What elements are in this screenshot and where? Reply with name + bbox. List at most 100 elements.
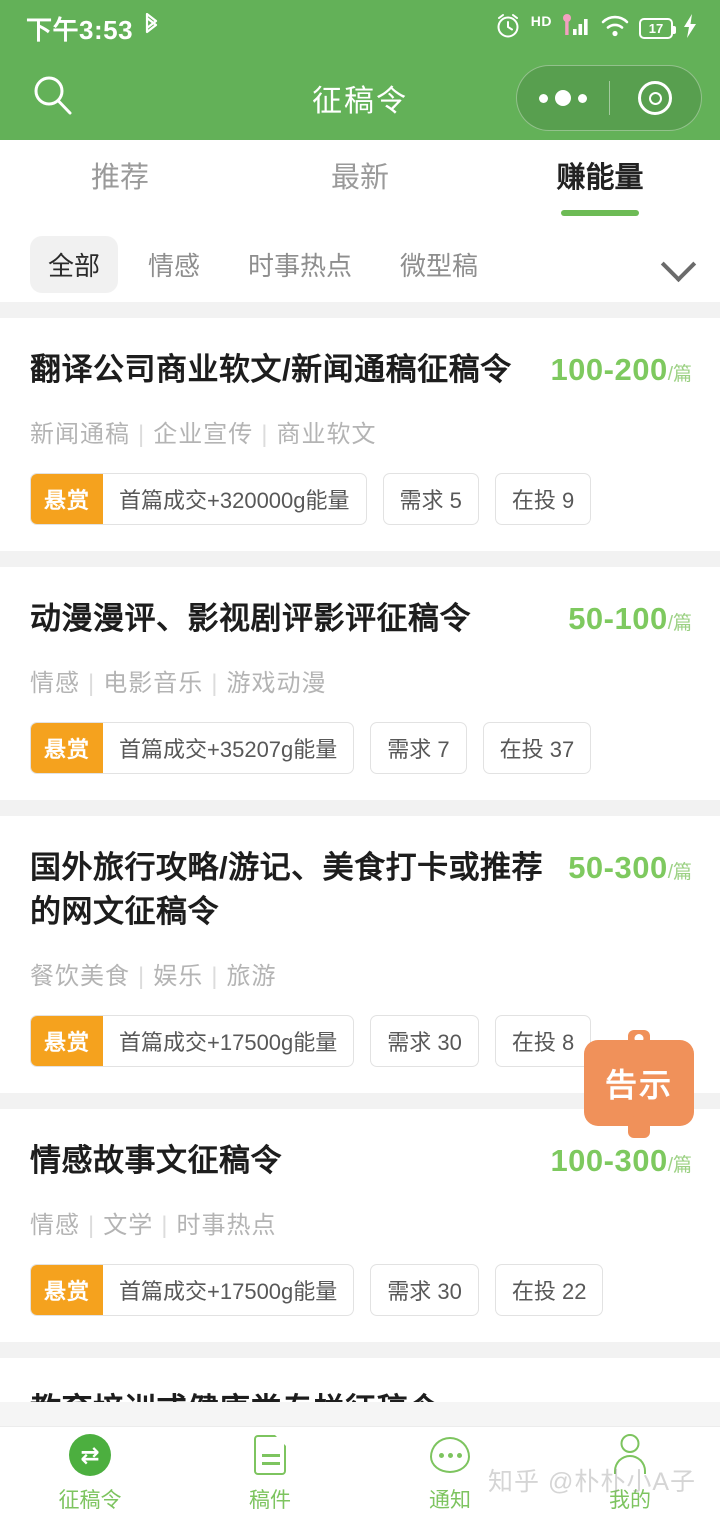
- status-bar-right: HD 17: [494, 12, 698, 45]
- category-separator: |: [211, 963, 219, 991]
- bounty-chip: 悬赏 首篇成交+17500g能量: [30, 1015, 355, 1068]
- target-circle-icon[interactable]: [610, 66, 702, 130]
- notice-board-icon[interactable]: 告示: [584, 1030, 694, 1138]
- card-title: 国外旅行攻略/游记、美食打卡或推荐的网文征稿令: [30, 850, 544, 930]
- category: 新闻通稿: [30, 421, 130, 449]
- list-separator: [0, 800, 720, 817]
- nav-label: 征稿令: [58, 1489, 122, 1512]
- category: 文学: [103, 1212, 154, 1240]
- miniprogram-capsule[interactable]: [516, 65, 702, 131]
- app-header: 征稿令: [0, 56, 720, 140]
- list-separator: [0, 302, 720, 318]
- bounty-badge: 悬赏: [31, 1265, 104, 1316]
- card-categories: 情感 | 文学 | 时事热点: [30, 1205, 692, 1240]
- price-value: 50-100: [568, 601, 668, 637]
- card-categories: 情感 | 电影音乐 | 游戏动漫: [30, 663, 692, 698]
- filter-bar: 全部 情感 时事热点 微型稿: [0, 226, 720, 302]
- price-unit: /篇: [667, 1155, 692, 1177]
- tab-underline: [561, 210, 639, 216]
- nav-label: 通知: [429, 1489, 471, 1512]
- filter-chip-micro-article[interactable]: 微型稿: [382, 236, 496, 293]
- category-separator: |: [211, 670, 219, 698]
- list-item[interactable]: 动漫漫评、影视剧评影评征稿令 50-100/篇 情感 | 电影音乐 | 游戏动漫 悬赏 …: [0, 567, 720, 801]
- tab-earn-energy[interactable]: 赚能量: [480, 154, 720, 216]
- bluetooth-icon: [143, 12, 161, 44]
- category-separator: |: [161, 1212, 169, 1240]
- category: 旅游: [226, 963, 277, 991]
- bounty-chip: 悬赏 首篇成交+17500g能量: [30, 1264, 355, 1317]
- card-categories: 餐饮美食 | 娱乐 | 旅游: [30, 956, 692, 991]
- bidding-tag: 在投 22: [494, 1264, 604, 1317]
- list-item[interactable]: 教育培训或健康类专栏征稿令: [0, 1358, 720, 1403]
- card-title: 动漫漫评、影视剧评影评征稿令: [30, 601, 471, 637]
- bounty-badge: 悬赏: [31, 1016, 104, 1067]
- fab-knob-bottom: [628, 1116, 650, 1138]
- category-separator: |: [88, 1212, 96, 1240]
- bounty-text: 首篇成交+320000g能量: [119, 488, 350, 514]
- category: 企业宣传: [153, 421, 254, 449]
- signal-icon: [561, 13, 591, 44]
- list-separator: [0, 1342, 720, 1359]
- fab-label: 告示: [604, 1067, 673, 1103]
- category: 游戏动漫: [226, 670, 327, 698]
- notification-bubble-icon: [428, 1433, 472, 1477]
- nav-label: 稿件: [249, 1489, 291, 1512]
- demand-tag: 需求 30: [370, 1264, 479, 1317]
- demand-tag: 需求 7: [370, 722, 467, 775]
- bounty-badge: 悬赏: [31, 474, 104, 525]
- dot-left: [538, 93, 548, 103]
- nav-item-submission-order[interactable]: ⇄ 征稿令: [0, 1433, 180, 1514]
- price-unit: /篇: [667, 862, 692, 884]
- more-dots-icon[interactable]: [517, 66, 609, 130]
- category: 餐饮美食: [30, 963, 130, 991]
- dot-center: [554, 90, 571, 106]
- card-header: 国外旅行攻略/游记、美食打卡或推荐的网文征稿令 50-300/篇: [30, 846, 692, 934]
- category-separator: |: [138, 963, 146, 991]
- price-unit: /篇: [667, 364, 692, 385]
- filter-chip-all[interactable]: 全部: [30, 235, 119, 293]
- list-item[interactable]: 情感故事文征稿令 100-300/篇 情感 | 文学 | 时事热点 悬赏 首篇成交+17…: [0, 1109, 720, 1343]
- demand-tag: 需求 30: [370, 1015, 479, 1068]
- bounty-chip: 悬赏 首篇成交+35207g能量: [30, 722, 355, 775]
- card-header: 情感故事文征稿令 100-300/篇: [30, 1139, 692, 1183]
- tab-label: 推荐: [90, 162, 149, 194]
- price-unit: /篇: [667, 613, 692, 635]
- battery-indicator: 17: [639, 17, 676, 39]
- nav-item-documents[interactable]: 稿件: [180, 1433, 360, 1514]
- nav-item-profile[interactable]: 我的: [540, 1433, 720, 1514]
- nav-item-notifications[interactable]: 通知: [360, 1433, 540, 1514]
- chevron-down-icon[interactable]: [664, 249, 694, 279]
- card-price: 50-300/篇: [568, 846, 692, 886]
- category-separator: |: [261, 421, 269, 449]
- list-separator: [0, 551, 720, 568]
- person-icon: [608, 1433, 652, 1477]
- hd-label: HD: [530, 13, 552, 29]
- search-icon[interactable]: [30, 73, 76, 124]
- fab-plaque: 告示: [584, 1040, 694, 1126]
- status-bar: 下午3:53 HD 17: [0, 0, 720, 56]
- category: 娱乐: [153, 963, 204, 991]
- bidding-tag: 在投 37: [482, 722, 592, 775]
- category: 电影音乐: [103, 670, 204, 698]
- demand-tag: 需求 5: [382, 473, 479, 526]
- bounty-badge: 悬赏: [31, 723, 104, 774]
- card-price: 100-200/篇: [550, 348, 692, 388]
- card-price: 50-100/篇: [568, 597, 692, 637]
- card-header: 教育培训或健康类专栏征稿令: [30, 1388, 692, 1402]
- tab-bar: 推荐 最新 赚能量: [0, 140, 720, 226]
- filter-chip-emotion[interactable]: 情感: [130, 236, 218, 293]
- app-screen: 下午3:53 HD 17 征稿令 推荐 最新 赚能量 全部 情感 时事热点 微型…: [0, 0, 720, 1520]
- card-header: 翻译公司商业软文/新闻通稿征稿令 100-200/篇: [30, 348, 692, 392]
- category: 商业软文: [276, 421, 377, 449]
- tab-recommended[interactable]: 推荐: [0, 154, 240, 196]
- category: 情感: [30, 1212, 80, 1240]
- price-value: 100-300: [550, 1143, 668, 1179]
- list-item[interactable]: 翻译公司商业软文/新闻通稿征稿令 100-200/篇 新闻通稿 | 企业宣传 | 商业软…: [0, 318, 720, 552]
- filter-chip-current-affairs[interactable]: 时事热点: [230, 236, 370, 293]
- dot-right: [577, 93, 587, 103]
- bounty-text: 首篇成交+17500g能量: [119, 1279, 338, 1305]
- bidding-tag: 在投 8: [494, 1015, 592, 1068]
- tab-latest[interactable]: 最新: [240, 154, 480, 196]
- status-bar-time: 下午3:53: [26, 14, 134, 45]
- price-value: 100-200: [550, 352, 668, 387]
